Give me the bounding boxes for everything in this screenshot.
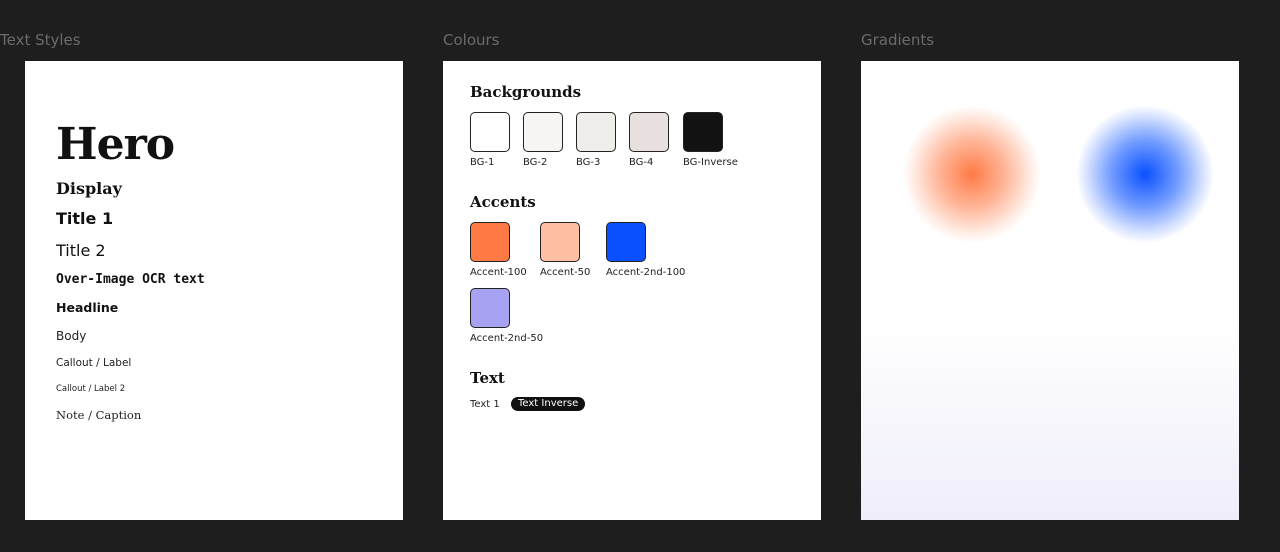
bg-inverse-label: BG-Inverse [683,157,738,168]
bg3-swatch[interactable] [576,112,616,152]
text-styles-frame[interactable]: Hero Display Title 1 Title 2 Over-Image … [25,61,403,520]
callout-text-style: Callout / Label [56,357,132,369]
bg2-swatch[interactable] [523,112,563,152]
accent2nd100-label: Accent-2nd-100 [606,267,686,278]
title2-text-style: Title 2 [56,241,106,260]
ocr-text-style: Over-Image OCR text [56,272,205,287]
bg4-label: BG-4 [629,157,654,168]
bg-inverse-swatch[interactable] [683,112,723,152]
accent50-swatch[interactable] [540,222,580,262]
hero-text-style: Hero [56,119,175,170]
headline-text-style: Headline [56,300,119,315]
accent100-swatch[interactable] [470,222,510,262]
bg4-swatch[interactable] [629,112,669,152]
accent2nd100-swatch[interactable] [606,222,646,262]
callout2-text-style: Callout / Label 2 [56,384,126,394]
note-text-style: Note / Caption [56,408,142,422]
bg2-label: BG-2 [523,157,548,168]
frame-title-colours: Colours [443,31,500,49]
orange-radial-gradient[interactable] [904,106,1040,242]
lavender-fade-gradient [861,320,1239,520]
accents-heading: Accents [470,193,536,211]
colours-frame[interactable]: Backgrounds BG-1 BG-2 BG-3 BG-4 BG-Inver… [443,61,821,520]
body-text-style: Body [56,329,87,343]
accent2nd50-label: Accent-2nd-50 [470,333,544,344]
gradients-frame[interactable] [861,61,1239,520]
text-1-sample: Text 1 [470,399,500,410]
accent2nd50-swatch[interactable] [470,288,510,328]
bg1-label: BG-1 [470,157,495,168]
frame-title-gradients: Gradients [861,31,935,49]
accent100-label: Accent-100 [470,267,527,278]
blue-radial-gradient[interactable] [1077,106,1213,242]
accent50-label: Accent-50 [540,267,591,278]
text-inverse-sample: Text Inverse [511,397,586,411]
frame-title-text-styles: Text Styles [0,31,81,49]
text-heading: Text [470,369,505,387]
title1-text-style: Title 1 [56,209,114,228]
bg1-swatch[interactable] [470,112,510,152]
display-text-style: Display [56,179,122,198]
backgrounds-heading: Backgrounds [470,83,582,101]
bg3-label: BG-3 [576,157,601,168]
